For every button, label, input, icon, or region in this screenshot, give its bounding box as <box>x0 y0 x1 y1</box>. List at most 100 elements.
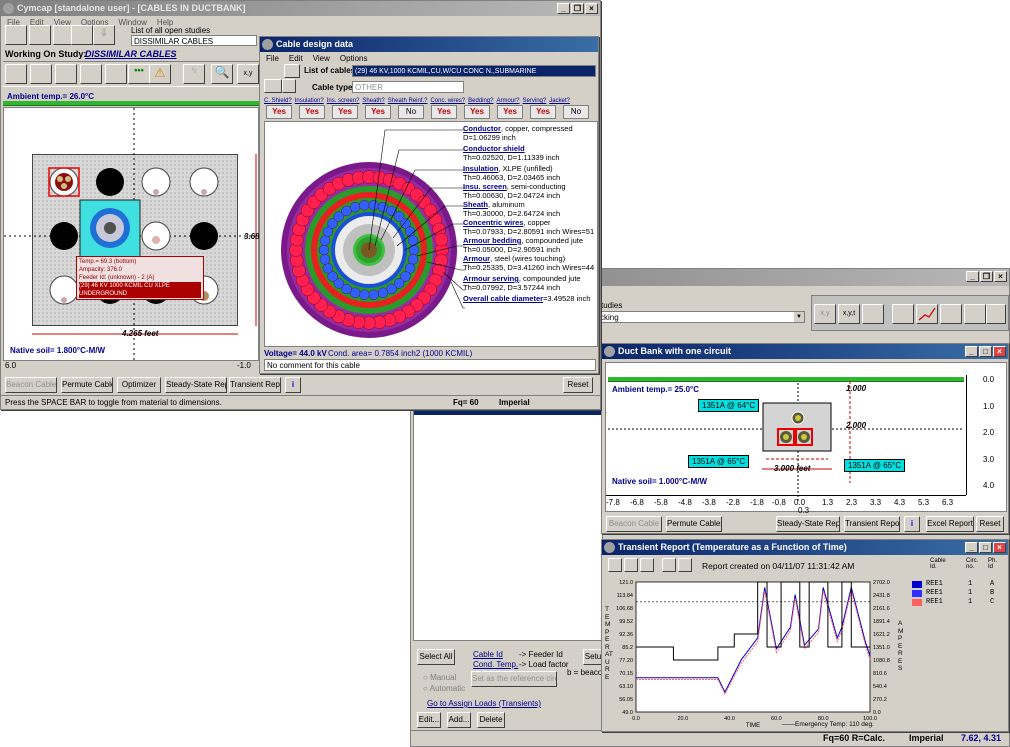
zoom-icon[interactable] <box>624 558 638 572</box>
layer-toggle-2[interactable]: Yes <box>332 105 358 119</box>
layer-toggle-5[interactable]: Yes <box>431 105 457 119</box>
main-status-bar: Press the SPACE BAR to toggle from mater… <box>1 395 600 409</box>
gear-cable-icon[interactable] <box>986 304 1006 324</box>
restore-icon[interactable]: ❐ <box>980 271 993 282</box>
cable-canvas[interactable]: Conductor, copper, compressed D=1.06299 i… <box>264 121 598 347</box>
armour-wire <box>359 289 370 300</box>
open-studies-select[interactable]: DISSIMILAR CABLES <box>131 35 257 46</box>
steady-state-report-button[interactable]: Steady-State Report <box>165 377 227 393</box>
save-icon[interactable] <box>662 558 676 572</box>
close-icon[interactable]: × <box>994 271 1007 282</box>
armour-wire <box>322 263 334 274</box>
print-icon[interactable] <box>284 64 300 78</box>
cable-view-icon[interactable] <box>862 304 884 324</box>
close-icon[interactable]: × <box>993 542 1006 553</box>
curve-chart-icon[interactable] <box>916 304 938 324</box>
open-icon[interactable] <box>29 25 51 45</box>
direct-buried-icon[interactable] <box>105 64 127 84</box>
layer-header: Jacket? <box>549 98 570 104</box>
set-reference-button[interactable]: Set as the reference circuit <box>471 671 557 687</box>
depth-icon[interactable] <box>892 304 914 324</box>
minimize-icon[interactable]: _ <box>965 346 978 357</box>
setup-button[interactable]: Setu <box>583 649 603 665</box>
layer-toggle-9[interactable]: No <box>563 105 589 119</box>
layer-toggle-3[interactable]: Yes <box>365 105 391 119</box>
duct-bank-icon[interactable] <box>5 64 27 84</box>
working-on-value[interactable]: DISSIMILAR CABLES <box>85 49 177 59</box>
copy-icon[interactable] <box>608 558 622 572</box>
permute-cables-button[interactable]: Permute Cables <box>666 516 722 532</box>
pipe-icon[interactable] <box>80 64 102 84</box>
cable-shape-icon[interactable] <box>264 79 282 93</box>
maximize-icon[interactable]: □ <box>979 542 992 553</box>
layer-toggle-7[interactable]: Yes <box>497 105 523 119</box>
info-button[interactable]: i <box>904 516 920 532</box>
warning-icon[interactable]: ⚠ <box>149 64 171 84</box>
delete-button[interactable]: Delete <box>477 712 505 728</box>
minimize-icon[interactable]: _ <box>965 542 978 553</box>
maximize-icon[interactable]: □ <box>979 346 992 357</box>
trefoil-icon[interactable] <box>55 64 77 84</box>
layer-toggle-0[interactable]: Yes <box>266 105 292 119</box>
automatic-radio[interactable]: ○ Automatic <box>423 684 465 693</box>
assign-loads-link[interactable]: Go to Assign Loads (Transients) <box>427 699 541 708</box>
layer-toggle-6[interactable]: Yes <box>464 105 490 119</box>
reset-button[interactable]: Reset <box>976 516 1004 532</box>
cable-round-icon[interactable] <box>282 79 296 93</box>
minimize-icon[interactable]: _ <box>557 3 570 14</box>
study-select[interactable]: cking ▼ <box>597 311 805 323</box>
cable-type-select[interactable]: OTHER <box>352 81 464 93</box>
info-button[interactable]: i <box>285 377 301 393</box>
new-icon[interactable] <box>5 25 27 45</box>
edit-button[interactable]: Edit... <box>417 712 441 728</box>
triple-cable-icon[interactable] <box>940 304 962 324</box>
x-tick-label: 40.0 <box>724 716 735 722</box>
transient-report-button[interactable]: Transient Report <box>229 377 281 393</box>
armour-wire <box>407 235 419 246</box>
main-canvas[interactable]: Temp.= 69.3 (bottom) Ampacity: 376.0 Fee… <box>3 107 264 362</box>
excel-report-button[interactable]: Excel Report <box>926 516 974 532</box>
menu-view[interactable]: View <box>313 52 330 65</box>
manual-radio[interactable]: ○ Manual <box>423 673 456 682</box>
col-circ-no: Circ. no. <box>966 558 979 570</box>
cond-temp-link[interactable]: Cond. Temp. <box>473 660 518 669</box>
close-icon[interactable]: × <box>993 346 1006 357</box>
print-icon[interactable] <box>71 25 93 45</box>
optimizer-button[interactable]: Optimizer <box>117 377 161 393</box>
layer-toggle-4[interactable]: No <box>398 105 424 119</box>
cable-list-select[interactable]: (29) 46 KV,1000 KCMIL,CU,W/CU CONC N.,SU… <box>352 65 596 77</box>
comment-field[interactable]: No comment for this cable <box>264 359 596 371</box>
layer-toggle-8[interactable]: Yes <box>530 105 556 119</box>
transient-report-button[interactable]: Transient Report <box>844 516 900 532</box>
y-tick-label: 92.36 <box>619 632 633 638</box>
duct-canvas[interactable]: Ambient temp.= 25.0°C Native soil= 1.000… <box>605 362 1007 512</box>
steady-state-report-button[interactable]: Steady-State Report <box>776 516 840 532</box>
xy-coordinate-icon[interactable]: x,y <box>237 64 259 84</box>
close-icon[interactable]: × <box>585 3 598 14</box>
restore-icon[interactable]: ❐ <box>571 3 584 14</box>
chart-type-icon[interactable] <box>640 558 654 572</box>
tower-icon[interactable] <box>964 304 986 324</box>
beacon-cable-button[interactable]: Beacon Cable <box>5 377 57 393</box>
permute-cables-button[interactable]: Permute Cables <box>61 377 113 393</box>
reset-button[interactable]: Reset <box>563 377 593 393</box>
menu-options[interactable]: Options <box>340 52 368 65</box>
dots-icon[interactable]: ••• <box>128 64 150 84</box>
select-all-button[interactable]: Select All <box>417 649 455 665</box>
menu-file[interactable]: File <box>266 52 279 65</box>
beacon-cable-button[interactable]: Beacon Cable <box>606 516 662 532</box>
add-button[interactable]: Add... <box>447 712 471 728</box>
circuit-list[interactable]: REE1 1 C 0.000 1.711 65.00 <box>413 405 603 641</box>
down-arrow-icon[interactable]: ⇓ <box>93 25 115 45</box>
col-ph-id: Ph. Id <box>988 558 998 570</box>
print-icon[interactable] <box>678 558 692 572</box>
xy-button[interactable]: x,y <box>814 304 836 324</box>
xyt-button[interactable]: x,y,t <box>838 304 860 324</box>
cond-area-label: Cond. area= 0.7854 inch2 (1000 KCMIL) <box>328 349 473 358</box>
minimize-icon[interactable]: _ <box>966 271 979 282</box>
zoom-icon[interactable]: 🔍 <box>211 64 233 84</box>
lightning-icon[interactable]: ϟ <box>183 64 205 84</box>
layer-toggle-1[interactable]: Yes <box>299 105 325 119</box>
cable-tray-icon[interactable] <box>30 64 52 84</box>
cable-id-link[interactable]: Cable Id <box>473 650 503 659</box>
